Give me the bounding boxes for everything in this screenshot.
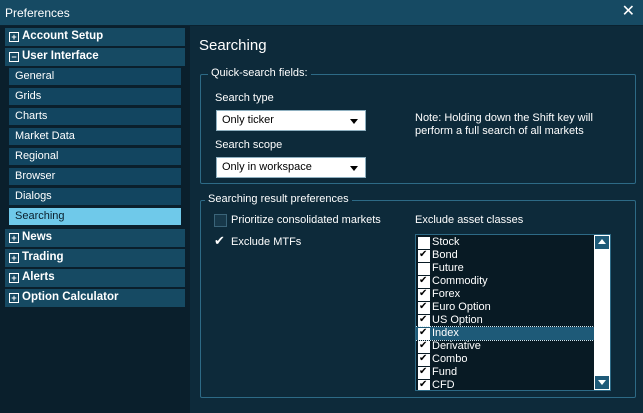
sidebar-item-charts[interactable]: Charts [9, 108, 181, 125]
sidebar-category-label: Option Calculator [22, 291, 119, 303]
window-title: Preferences [5, 6, 70, 20]
asset-checkbox[interactable] [418, 314, 430, 327]
sidebar-category-option-calculator[interactable]: + Option Calculator [5, 289, 185, 307]
sidebar-item-label: Searching [15, 210, 65, 222]
asset-checkbox[interactable] [418, 275, 430, 288]
collapse-minus-icon[interactable]: − [9, 52, 19, 62]
asset-checkbox[interactable] [418, 366, 430, 379]
list-item[interactable]: Commodity [416, 275, 594, 288]
asset-label: Fund [432, 366, 458, 378]
expand-plus-icon[interactable]: + [9, 293, 19, 303]
asset-checkbox[interactable] [418, 379, 430, 390]
asset-label: CFD [432, 379, 455, 391]
asset-checkbox[interactable] [418, 249, 430, 262]
scroll-down-icon[interactable] [595, 376, 609, 389]
asset-checkbox[interactable] [418, 327, 430, 340]
sidebar-item-label: Dialogs [15, 190, 52, 202]
prioritize-consolidated-label: Prioritize consolidated markets [231, 214, 381, 226]
note-text-line2: perform a full search of all markets [415, 125, 584, 137]
sidebar-item-label: Market Data [15, 130, 75, 142]
sidebar-category-alerts[interactable]: + Alerts [5, 269, 185, 287]
sidebar-category-label: User Interface [22, 50, 99, 62]
list-item[interactable]: Derivative [416, 340, 594, 353]
sidebar-item-browser[interactable]: Browser [9, 168, 181, 185]
sidebar-category-label: Alerts [22, 271, 55, 283]
page-title: Searching [199, 37, 267, 54]
asset-label: Commodity [432, 275, 488, 287]
scrollbar[interactable] [594, 235, 610, 390]
list-item[interactable]: Stock [416, 236, 594, 249]
sidebar-item-grids[interactable]: Grids [9, 88, 181, 105]
search-scope-label: Search scope [215, 139, 283, 151]
asset-classes-list[interactable]: StockBondFutureCommodityForexEuro Option… [415, 234, 611, 391]
asset-label: Forex [432, 288, 461, 300]
exclude-mtfs-checkbox[interactable] [214, 233, 225, 249]
list-item[interactable]: Combo [416, 353, 594, 366]
scroll-up-icon[interactable] [595, 236, 609, 249]
search-scope-value: Only in workspace [222, 161, 312, 173]
expand-plus-icon[interactable]: + [9, 32, 19, 42]
list-item[interactable]: Bond [416, 249, 594, 262]
exclude-mtfs-label: Exclude MTFs [231, 236, 302, 248]
list-item[interactable]: Forex [416, 288, 594, 301]
title-bar: Preferences ✕ [0, 0, 643, 26]
search-type-value: Only ticker [222, 114, 274, 126]
list-item[interactable]: Euro Option [416, 301, 594, 314]
sidebar-item-label: General [15, 70, 55, 82]
sidebar-item-label: Browser [15, 170, 56, 182]
asset-checkbox[interactable] [418, 301, 430, 314]
asset-label: Stock [432, 236, 460, 248]
asset-label: Euro Option [432, 301, 491, 313]
list-item[interactable]: US Option [416, 314, 594, 327]
sidebar-item-label: Charts [15, 110, 48, 122]
list-item[interactable]: CFD [416, 379, 594, 391]
sidebar-category-label: News [22, 231, 53, 243]
expand-plus-icon[interactable]: + [9, 273, 19, 283]
asset-label: US Option [432, 314, 483, 326]
note-text-line1: Note: Holding down the Shift key will [415, 112, 593, 124]
list-item[interactable]: Fund [416, 366, 594, 379]
list-item[interactable]: Index [416, 326, 595, 341]
asset-checkbox[interactable] [418, 340, 430, 353]
quick-search-group-title: Quick-search fields: [208, 67, 311, 79]
list-item[interactable]: Future [416, 262, 594, 275]
asset-checkbox[interactable] [418, 353, 430, 366]
asset-label: Future [432, 262, 464, 274]
search-type-label: Search type [215, 92, 274, 104]
exclude-asset-classes-label: Exclude asset classes [415, 214, 524, 226]
sidebar-item-general[interactable]: General [9, 68, 181, 85]
result-preferences-group-title: Searching result preferences [205, 193, 352, 205]
asset-checkbox[interactable] [418, 237, 430, 249]
sidebar-item-label: Regional [15, 150, 59, 162]
prioritize-consolidated-checkbox[interactable] [214, 214, 227, 227]
close-icon[interactable]: ✕ [622, 2, 635, 22]
asset-label: Combo [432, 353, 468, 365]
sidebar-item-label: Grids [15, 90, 42, 102]
sidebar-category-trading[interactable]: + Trading [5, 249, 185, 267]
asset-checkbox[interactable] [418, 288, 430, 301]
expand-plus-icon[interactable]: + [9, 253, 19, 263]
search-scope-select[interactable]: Only in workspace [216, 157, 366, 178]
asset-label: Index [432, 327, 459, 339]
sidebar-item-market-data[interactable]: Market Data [9, 128, 181, 145]
sidebar-category-account-setup[interactable]: + Account Setup [5, 28, 185, 46]
sidebar-item-searching[interactable]: Searching [9, 208, 181, 225]
content-panel: Searching Quick-search fields: Search ty… [191, 26, 643, 413]
asset-label: Bond [432, 249, 458, 261]
chevron-down-icon [350, 166, 358, 171]
sidebar-category-user-interface[interactable]: − User Interface [5, 48, 185, 66]
sidebar-category-label: Trading [22, 251, 64, 263]
sidebar: + Account Setup − User Interface General… [0, 26, 190, 413]
asset-checkbox[interactable] [418, 263, 430, 275]
sidebar-category-news[interactable]: + News [5, 229, 185, 247]
asset-label: Derivative [432, 340, 481, 352]
sidebar-item-regional[interactable]: Regional [9, 148, 181, 165]
sidebar-category-label: Account Setup [22, 30, 104, 42]
chevron-down-icon [350, 119, 358, 124]
search-type-select[interactable]: Only ticker [216, 110, 366, 131]
sidebar-item-dialogs[interactable]: Dialogs [9, 188, 181, 205]
expand-plus-icon[interactable]: + [9, 233, 19, 243]
